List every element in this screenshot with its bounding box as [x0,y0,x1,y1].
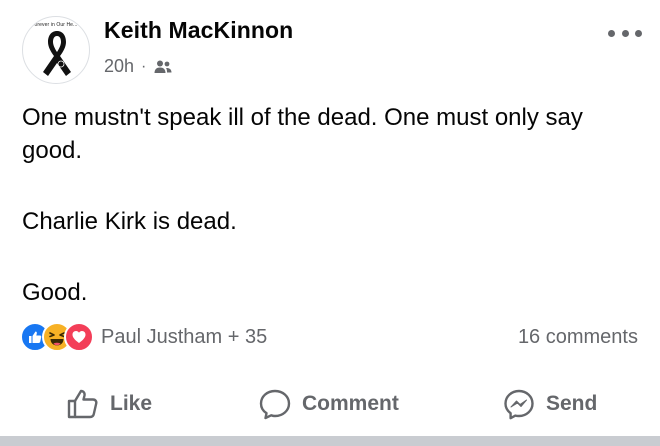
friends-icon[interactable] [153,59,173,75]
more-options-button[interactable] [608,26,642,40]
author-name[interactable]: Keith MacKinnon [104,17,293,44]
feed-divider [0,436,660,446]
more-dot [608,29,615,37]
like-button-label: Like [110,392,153,415]
post-card: orever in Our He... Keith MacKinnon 20h … [0,0,660,446]
meta-separator: · [141,57,147,75]
avatar[interactable]: orever in Our He... [22,16,90,84]
post-paragraph: Charlie Kirk is dead. [22,208,237,235]
comment-button[interactable]: Comment [258,378,399,430]
love-reaction-icon [64,322,94,352]
reaction-summary[interactable]: Paul Justham + 35 [20,322,267,352]
post-paragraph: One mustn't speak ill of the dead. One m… [22,104,583,164]
send-button[interactable]: Send [502,378,597,430]
post-body: One mustn't speak ill of the dead. One m… [22,101,642,309]
post-timestamp[interactable]: 20h [104,56,134,77]
more-dot [635,29,642,37]
avatar-caption: orever in Our He... [34,22,78,28]
post-paragraph: Good. [22,279,88,306]
comment-bubble-icon [259,389,291,420]
post-action-bar: Like Comment Send [0,378,660,430]
send-button-label: Send [546,392,598,415]
thumbs-up-icon [67,389,98,419]
messenger-icon [504,389,534,420]
post-meta: 20h · [104,56,173,77]
comments-count-link[interactable]: 16 comments [518,326,638,349]
comment-button-label: Comment [302,392,399,415]
reactors-summary[interactable]: Paul Justham + 35 [101,326,267,349]
more-dot [621,29,629,37]
like-button[interactable]: Like [66,378,152,430]
